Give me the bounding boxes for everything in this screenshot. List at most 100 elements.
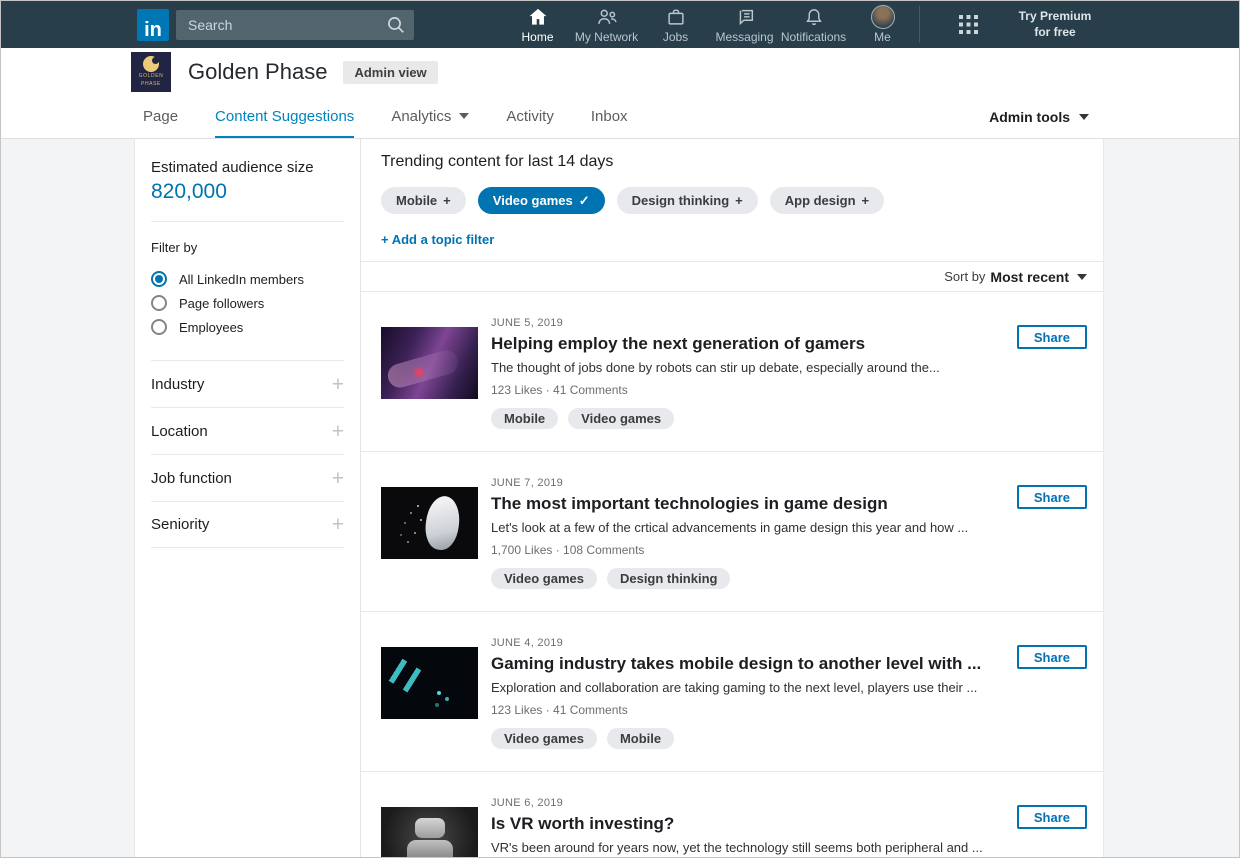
nav-item-notifications[interactable]: Notifications — [779, 1, 848, 48]
nav-item-me[interactable]: Me — [848, 1, 917, 48]
nav-item-label: My Network — [575, 30, 638, 44]
linkedin-admin-page: in Home My Network — [0, 0, 1240, 858]
apps-grid-icon[interactable] — [934, 14, 1003, 35]
article-list: JUNE 5, 2019 Helping employ the next gen… — [361, 292, 1103, 857]
tag: Video games — [568, 408, 674, 429]
admin-view-badge: Admin view — [343, 61, 437, 84]
admin-tools-dropdown[interactable]: Admin tools — [989, 96, 1089, 138]
article-description: Let's look at a few of the crtical advan… — [491, 520, 997, 535]
article-date: JUNE 7, 2019 — [491, 477, 997, 489]
radio-all-linkedin-members[interactable]: All LinkedIn members — [151, 271, 344, 287]
check-icon: ✓ — [579, 193, 590, 209]
jobs-icon — [665, 5, 687, 29]
article-title[interactable]: Gaming industry takes mobile design to a… — [491, 654, 997, 674]
nav-items: Home My Network Jobs Messaging — [503, 1, 1107, 48]
radio-label: Page followers — [179, 296, 264, 311]
company-header: GOLDEN PHASE Golden Phase Admin view — [1, 48, 1239, 96]
nav-item-label: Jobs — [663, 30, 688, 44]
radio-page-followers[interactable]: Page followers — [151, 295, 344, 311]
section-job-function[interactable]: Job function + — [151, 454, 344, 501]
sort-by-dropdown[interactable]: Most recent — [990, 269, 1087, 285]
article-body: JUNE 5, 2019 Helping employ the next gen… — [478, 317, 1017, 399]
chevron-down-icon — [1079, 114, 1089, 120]
tab-page[interactable]: Page — [143, 96, 178, 138]
page-tabbar: Page Content Suggestions Analytics Activ… — [1, 96, 1239, 139]
premium-line1: Try Premium — [1003, 9, 1107, 25]
nav-item-label: Messaging — [715, 30, 773, 44]
tag: Video games — [491, 728, 597, 749]
topic-pill-app-design[interactable]: App design+ — [770, 187, 884, 214]
article-stats: 1,700 Likes · 108 Comments — [491, 543, 997, 557]
article-date: JUNE 4, 2019 — [491, 637, 997, 649]
share-button[interactable]: Share — [1017, 645, 1087, 669]
content-panel: Estimated audience size 820,000 Filter b… — [134, 139, 1104, 857]
topic-pill-mobile[interactable]: Mobile+ — [381, 187, 466, 214]
company-logo[interactable]: GOLDEN PHASE — [131, 52, 171, 92]
search-bar — [176, 10, 414, 40]
nav-item-messaging[interactable]: Messaging — [710, 1, 779, 48]
audience-size-label: Estimated audience size — [151, 159, 344, 176]
article-title[interactable]: Helping employ the next generation of ga… — [491, 334, 997, 354]
article-description: Exploration and collaboration are taking… — [491, 680, 997, 695]
article-card: JUNE 6, 2019 Is VR worth investing? VR's… — [361, 772, 1103, 857]
tab-content-suggestions[interactable]: Content Suggestions — [215, 96, 354, 138]
radio-selected-icon — [151, 271, 167, 287]
topic-pill-design-thinking[interactable]: Design thinking+ — [617, 187, 758, 214]
linkedin-logo[interactable]: in — [137, 9, 169, 41]
section-seniority[interactable]: Seniority + — [151, 501, 344, 548]
article-description: VR's been around for years now, yet the … — [491, 840, 997, 855]
article-date: JUNE 5, 2019 — [491, 317, 997, 329]
add-topic-filter-link[interactable]: + Add a topic filter — [381, 232, 494, 247]
premium-line2: for free — [1003, 25, 1107, 41]
article-stats: 123 Likes · 41 Comments — [491, 703, 997, 717]
radio-unselected-icon — [151, 319, 167, 335]
article-thumbnail — [381, 647, 478, 719]
filters-sidebar: Estimated audience size 820,000 Filter b… — [135, 139, 361, 857]
share-button[interactable]: Share — [1017, 485, 1087, 509]
company-name: Golden Phase — [188, 59, 327, 85]
messaging-icon — [734, 5, 756, 29]
company-logo-text: GOLDEN PHASE — [139, 73, 164, 88]
share-button[interactable]: Share — [1017, 325, 1087, 349]
trending-title: Trending content for last 14 days — [381, 153, 1083, 171]
nav-item-label: Home — [521, 30, 553, 44]
add-plus-icon: + — [735, 193, 743, 208]
topic-pill-video-games[interactable]: Video games✓ — [478, 187, 605, 214]
expand-plus-icon: + — [332, 421, 344, 442]
content-area: Estimated audience size 820,000 Filter b… — [1, 139, 1239, 857]
chevron-down-icon — [1077, 274, 1087, 280]
nav-item-jobs[interactable]: Jobs — [641, 1, 710, 48]
article-title[interactable]: The most important technologies in game … — [491, 494, 997, 514]
share-button[interactable]: Share — [1017, 805, 1087, 829]
radio-label: All LinkedIn members — [179, 272, 304, 287]
radio-label: Employees — [179, 320, 243, 335]
trending-header: Trending content for last 14 days Mobile… — [361, 139, 1103, 261]
trending-content-main: Trending content for last 14 days Mobile… — [361, 139, 1103, 857]
nav-item-home[interactable]: Home — [503, 1, 572, 48]
article-description: The thought of jobs done by robots can s… — [491, 360, 997, 375]
article-thumbnail — [381, 327, 478, 399]
topic-pills: Mobile+ Video games✓ Design thinking+ Ap… — [381, 187, 1083, 214]
nav-item-my-network[interactable]: My Network — [572, 1, 641, 48]
search-input[interactable] — [188, 17, 386, 33]
try-premium-link[interactable]: Try Premium for free — [1003, 9, 1107, 40]
nav-divider — [919, 6, 920, 43]
tab-analytics[interactable]: Analytics — [391, 96, 469, 138]
nav-item-label: Me — [874, 30, 891, 44]
tag: Mobile — [607, 728, 674, 749]
radio-employees[interactable]: Employees — [151, 319, 344, 335]
tab-activity[interactable]: Activity — [506, 96, 554, 138]
article-title[interactable]: Is VR worth investing? — [491, 814, 997, 834]
add-plus-icon: + — [862, 193, 870, 208]
tab-inbox[interactable]: Inbox — [591, 96, 628, 138]
me-avatar — [871, 5, 895, 29]
section-location[interactable]: Location + — [151, 407, 344, 454]
article-stats: 123 Likes · 41 Comments — [491, 383, 997, 397]
article-thumbnail — [381, 487, 478, 559]
home-icon — [527, 5, 549, 29]
tag: Mobile — [491, 408, 558, 429]
sort-by-label: Sort by — [944, 269, 985, 284]
search-icon[interactable] — [386, 13, 406, 37]
tag: Video games — [491, 568, 597, 589]
section-industry[interactable]: Industry + — [151, 360, 344, 407]
